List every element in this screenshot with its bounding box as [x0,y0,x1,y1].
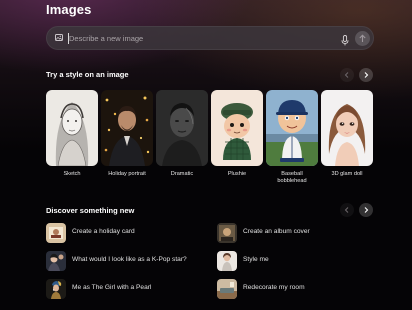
style-thumbnail [46,90,98,166]
discover-label: Me as The Girl with a Pearl [72,284,152,291]
discover-item-style-me[interactable]: Style me [217,251,377,271]
discover-heading: Discover something new [46,206,135,215]
styles-prev-button[interactable] [340,68,354,82]
discover-item-album-cover[interactable]: Create an album cover [217,223,377,243]
style-card-dramatic[interactable]: Dramatic [156,90,208,178]
discover-label: Style me [243,256,269,263]
style-thumbnail [211,90,263,166]
style-label: Plushie [227,171,247,177]
styles-next-button[interactable] [359,68,373,82]
discover-item-redecorate-room[interactable]: Redecorate my room [217,279,377,299]
style-thumbnail [156,90,208,166]
prompt-bar[interactable] [46,26,374,50]
style-card-holiday-portrait[interactable]: Holiday portrait [101,90,153,178]
discover-thumbnail [217,251,237,271]
chevron-left-icon [344,207,349,213]
discover-label: What would I look like as a K-Pop star? [72,256,187,263]
style-card-sketch[interactable]: Sketch [46,90,98,178]
style-label: Holiday portrait [108,171,146,177]
discover-label: Create a holiday card [72,228,135,235]
send-button[interactable] [355,31,370,46]
microphone-icon[interactable] [341,33,349,46]
discover-item-girl-with-pearl[interactable]: Me as The Girl with a Pearl [46,279,206,299]
style-label: Dramatic [170,171,194,177]
discover-label: Create an album cover [243,228,310,235]
arrow-up-icon [359,34,366,42]
discover-label: Redecorate my room [243,284,305,291]
chevron-left-icon [344,72,349,78]
style-thumbnail [321,90,373,166]
style-label: 3D glam doll [331,171,363,177]
discover-thumbnail [217,223,237,243]
prompt-input[interactable] [69,30,319,46]
discover-prev-button[interactable] [340,203,354,217]
discover-thumbnail [46,251,66,271]
chevron-right-icon [364,72,369,78]
page-title: Images [46,2,92,17]
image-icon[interactable] [55,34,63,41]
discover-item-holiday-card[interactable]: Create a holiday card [46,223,206,243]
chevron-right-icon [364,207,369,213]
style-thumbnail [101,90,153,166]
style-label: Sketch [63,171,81,177]
style-card-baseball-bobblehead[interactable]: Baseball bobblehead [266,90,318,185]
discover-next-button[interactable] [359,203,373,217]
style-card-plushie[interactable]: Plushie [211,90,263,178]
style-card-3d-glam-doll[interactable]: 3D glam doll [321,90,373,178]
discover-thumbnail [46,279,66,299]
styles-heading: Try a style on an image [46,70,129,79]
style-label: Baseball bobblehead [277,171,307,184]
discover-thumbnail [46,223,66,243]
discover-thumbnail [217,279,237,299]
discover-item-kpop-star[interactable]: What would I look like as a K-Pop star? [46,251,206,271]
style-thumbnail [266,90,318,166]
